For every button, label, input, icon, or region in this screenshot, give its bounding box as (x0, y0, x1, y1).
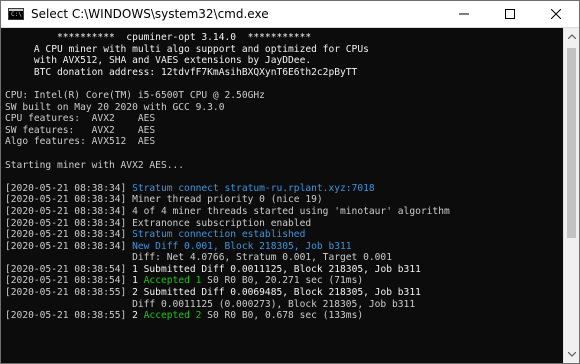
console-text: [2020-05-21 08:38:34] Miner thread prior… (5, 194, 323, 206)
console-output[interactable]: ********** cpuminer-opt 3.14.0 *********… (5, 32, 562, 363)
cmd-icon[interactable]: C:\ (8, 8, 24, 20)
console-line: [2020-05-21 08:38:55] 2 Accepted 2 S0 R0… (5, 310, 562, 322)
console-line: CPU features: AVX2 AES (5, 113, 562, 125)
close-button[interactable] (533, 1, 579, 28)
console-text: Stratum connection established (132, 229, 306, 241)
console-line: [2020-05-21 08:38:34] Stratum connection… (5, 229, 562, 241)
console-line: [2020-05-21 08:38:34] Miner thread prior… (5, 194, 562, 206)
console-text: [2020-05-21 08:38:54] (5, 263, 133, 275)
console-text: CPU: Intel(R) Core(TM) i5-6500T CPU @ 2.… (5, 89, 265, 101)
console-text: Starting miner with AVX2 AES... (5, 159, 185, 171)
console-line: [2020-05-21 08:38:54] 1 Submitted Diff 0… (5, 264, 562, 276)
console-line: [2020-05-21 08:38:34] New Diff 0.001, Bl… (5, 241, 562, 253)
console-text: S0 R0 B0, 0.678 sec (133ms) (201, 310, 364, 322)
console-line: with AVX512, SHA and VAES extensions by … (5, 55, 562, 67)
scroll-up-arrow-icon (568, 34, 576, 39)
minimize-button[interactable] (441, 1, 487, 28)
console-text: CPU features: AVX2 AES (5, 113, 156, 125)
console-text: [2020-05-21 08:38:34] (5, 182, 133, 194)
console-text: Accepted 1 (143, 275, 202, 287)
console-text: [2020-05-21 08:38:34] Extranonce subscri… (5, 217, 312, 229)
console-text: Diff 0.0011125 (0.000273), Block 218305,… (5, 298, 416, 310)
cmd-window: C:\ Select C:\WINDOWS\system32\cmd.exe *… (0, 0, 580, 364)
window-title: Select C:\WINDOWS\system32\cmd.exe (31, 7, 269, 21)
console-line: Starting miner with AVX2 AES... (5, 160, 562, 172)
console-text: [2020-05-21 08:38:34] (5, 229, 133, 241)
scrollbar-thumb[interactable] (567, 48, 576, 238)
console-line: A CPU miner with multi algo support and … (5, 44, 562, 56)
close-icon (551, 9, 561, 19)
console-text: ********** cpuminer-opt 3.14.0 *********… (5, 32, 312, 43)
console-text: 2 Submitted Diff 0.0069485, Block 218305… (132, 287, 421, 299)
title-bar[interactable]: C:\ Select C:\WINDOWS\system32\cmd.exe (1, 1, 579, 28)
cmd-icon-text: C:\ (11, 11, 22, 18)
console-text: Algo features: AVX512 AES (5, 136, 156, 148)
console-line: SW built on May 20 2020 with GCC 9.3.0 (5, 102, 562, 114)
console-text: SW features: AVX2 AES (5, 124, 156, 136)
console-text: S0 R0 B0, 20.271 sec (71ms) (201, 275, 364, 287)
scroll-down-arrow-icon (568, 352, 576, 357)
console-text: 2 (132, 310, 144, 322)
console-text: [2020-05-21 08:38:34] (5, 240, 133, 252)
console-line: CPU: Intel(R) Core(TM) i5-6500T CPU @ 2.… (5, 90, 562, 102)
console-area[interactable]: ********** cpuminer-opt 3.14.0 *********… (1, 28, 579, 363)
console-text: Stratum connect stratum-ru.rplant.xyz:70… (132, 182, 375, 194)
console-line: [2020-05-21 08:38:54] 1 Accepted 1 S0 R0… (5, 275, 562, 287)
console-text: [2020-05-21 08:38:34] 4 of 4 miner threa… (5, 205, 450, 217)
scroll-up-button[interactable] (564, 28, 580, 45)
console-line: [2020-05-21 08:38:34] Extranonce subscri… (5, 218, 562, 230)
console-line: BTC donation address: 12tdvfF7KmAsihBXQX… (5, 67, 562, 79)
console-line: [2020-05-21 08:38:34] 4 of 4 miner threa… (5, 206, 562, 218)
console-line: Diff: Net 4.0766, Stratum 0.001, Target … (5, 252, 562, 264)
console-line: Diff 0.0011125 (0.000273), Block 218305,… (5, 299, 562, 311)
console-line: [2020-05-21 08:38:34] Stratum connect st… (5, 183, 562, 195)
console-text: 1 Submitted Diff 0.0011125, Block 218305… (132, 263, 421, 275)
console-text: [2020-05-21 08:38:55] (5, 287, 133, 299)
console-text: Accepted 2 (143, 310, 202, 322)
console-text: 1 (132, 275, 144, 287)
console-text: SW built on May 20 2020 with GCC 9.3.0 (5, 101, 225, 113)
console-line: ********** cpuminer-opt 3.14.0 *********… (5, 32, 562, 44)
console-text: Diff: Net 4.0766, Stratum 0.001, Target … (5, 252, 392, 264)
console-text: BTC donation address: 12tdvfF7KmAsihBXQX… (5, 66, 358, 78)
console-text: [2020-05-21 08:38:55] (5, 310, 133, 322)
console-text: with AVX512, SHA and VAES extensions by … (5, 55, 312, 67)
vertical-scrollbar[interactable] (563, 28, 579, 363)
console-text: A CPU miner with multi algo support and … (5, 43, 369, 55)
console-text: New Diff 0.001, Block 218305, Job b311 (132, 240, 352, 252)
maximize-icon (505, 9, 515, 19)
minimize-icon (459, 13, 469, 15)
console-text: [2020-05-21 08:38:54] (5, 275, 133, 287)
console-line: Algo features: AVX512 AES (5, 136, 562, 148)
maximize-button[interactable] (487, 1, 533, 28)
console-line: [2020-05-21 08:38:55] 2 Submitted Diff 0… (5, 287, 562, 299)
scroll-down-button[interactable] (564, 346, 580, 363)
console-line: SW features: AVX2 AES (5, 125, 562, 137)
